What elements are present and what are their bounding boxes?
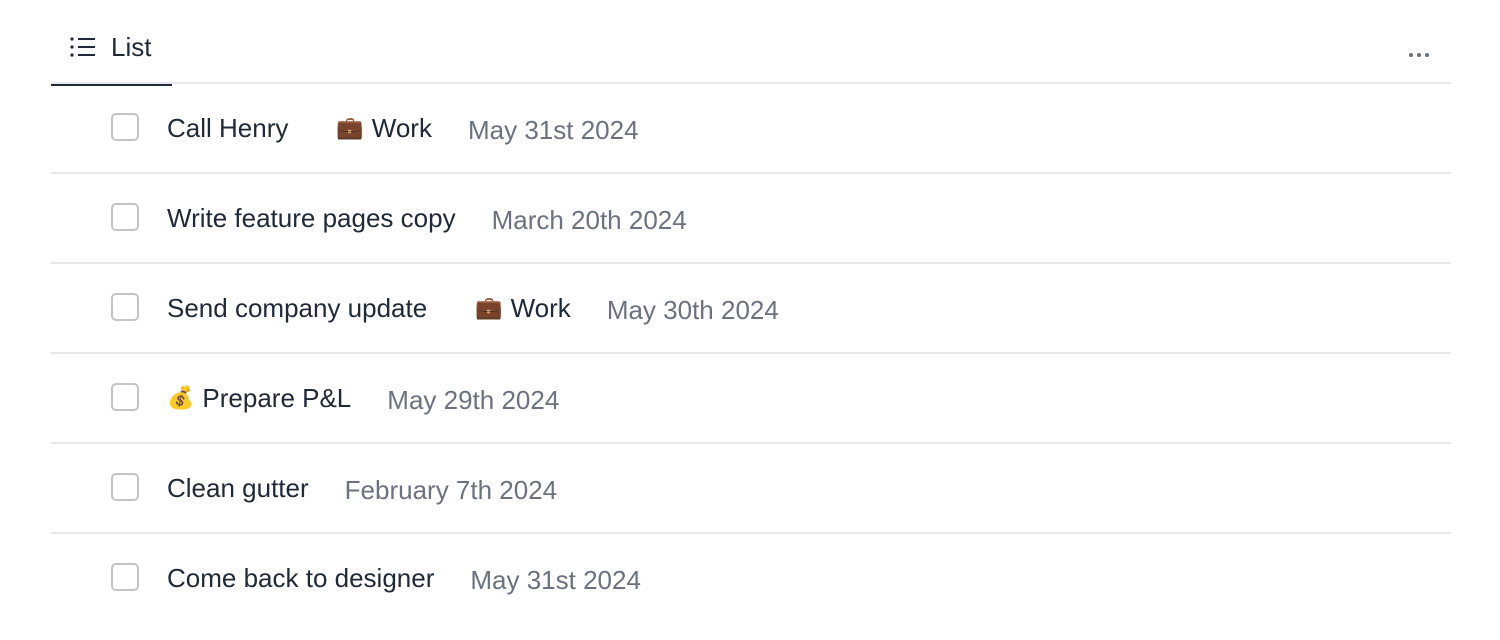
tab-label: List: [111, 32, 152, 62]
task-title: Write feature pages copy: [167, 202, 456, 233]
task-tag[interactable]: 💼 Work: [336, 113, 432, 144]
more-horizontal-icon: [1409, 53, 1413, 57]
task-date: May 31st 2024: [467, 114, 639, 145]
task-row[interactable]: Call Henry 💼 Work May 31st 2024: [51, 84, 1451, 174]
task-title: Come back to designer: [167, 562, 435, 593]
more-horizontal-icon: [1417, 53, 1421, 57]
task-date: March 20th 2024: [491, 204, 687, 235]
task-date: May 31st 2024: [470, 564, 641, 595]
task-date: May 30th 2024: [606, 294, 779, 325]
more-options-button[interactable]: [1405, 36, 1435, 66]
task-checkbox[interactable]: [111, 383, 139, 411]
task-row[interactable]: Come back to designer May 31st 2024: [51, 534, 1451, 624]
briefcase-icon: 💼: [475, 295, 503, 320]
briefcase-icon: 💼: [336, 115, 364, 140]
tab-list[interactable]: List: [51, 0, 172, 86]
task-row[interactable]: Write feature pages copy March 20th 2024: [51, 174, 1451, 264]
task-checkbox[interactable]: [111, 473, 139, 501]
tag-label: Work: [510, 292, 571, 323]
task-row[interactable]: Clean gutter February 7th 2024: [51, 444, 1451, 534]
tab-bar: List: [51, 0, 1451, 86]
task-checkbox[interactable]: [111, 203, 139, 231]
task-title: Clean gutter: [167, 472, 309, 503]
task-row[interactable]: 💰 Prepare P&L May 29th 2024: [51, 354, 1451, 444]
task-title: Prepare P&L: [202, 382, 352, 413]
task-title: Call Henry: [167, 112, 289, 143]
task-row[interactable]: Send company update 💼 Work May 30th 2024: [51, 264, 1451, 354]
tag-label: Work: [371, 112, 432, 143]
task-date: February 7th 2024: [344, 474, 558, 505]
list-view: List Call Henry 💼 Work May 31st 2024 Wri…: [51, 0, 1451, 624]
task-checkbox[interactable]: [111, 563, 139, 591]
task-checkbox[interactable]: [111, 293, 139, 321]
list-icon: [70, 37, 95, 57]
task-date: May 29th 2024: [387, 384, 560, 415]
task-list: Call Henry 💼 Work May 31st 2024 Write fe…: [51, 84, 1451, 624]
task-checkbox[interactable]: [111, 113, 139, 141]
more-horizontal-icon: [1425, 53, 1429, 57]
task-tag[interactable]: 💼 Work: [475, 293, 571, 324]
task-title: Send company update: [167, 292, 428, 323]
money-bag-icon: 💰: [167, 385, 195, 410]
